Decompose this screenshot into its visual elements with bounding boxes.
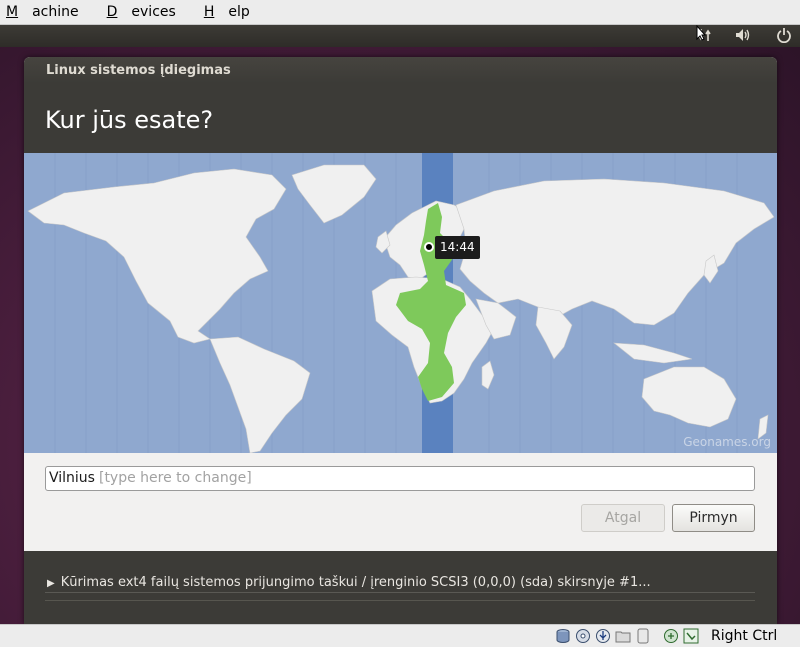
- host-statusbar: Right Ctrl: [0, 624, 800, 647]
- progress-divider-lower: [45, 600, 755, 601]
- progress-divider: [45, 592, 755, 593]
- guest-top-panel: [0, 25, 800, 47]
- mouse-pointer-icon: [696, 24, 707, 45]
- menu-help[interactable]: Help: [204, 4, 264, 20]
- usb-icon[interactable]: [595, 628, 611, 644]
- back-button[interactable]: Atgal: [581, 504, 665, 532]
- menu-machine[interactable]: Machine: [6, 4, 93, 20]
- volume-icon[interactable]: [734, 27, 752, 43]
- progress-section: ▶ Kūrimas ext4 failų sistemos prijungimo …: [24, 551, 777, 624]
- progress-label: Kūrimas ext4 failų sistemos prijungimo t…: [60, 575, 651, 590]
- continents: [27, 164, 775, 453]
- window-title: Linux sistemos įdiegimas: [24, 57, 777, 83]
- menu-devices[interactable]: Devices: [107, 4, 190, 20]
- location-placeholder: [type here to change]: [98, 470, 252, 486]
- shared-folder-icon[interactable]: [615, 628, 631, 644]
- hard-disk-icon[interactable]: [555, 628, 571, 644]
- map-credit: Geonames.org: [683, 435, 771, 449]
- display-icon[interactable]: [635, 628, 651, 644]
- host-menubar: Machine Devices Help: [0, 0, 800, 25]
- network-adapter-icon[interactable]: [663, 628, 679, 644]
- location-input[interactable]: Vilnius [type here to change]: [45, 466, 755, 491]
- location-form: Vilnius [type here to change] Atgal Pirmy…: [24, 453, 777, 551]
- page-title: Kur jūs esate?: [24, 83, 777, 153]
- guest-desktop: Linux sistemos įdiegimas Kur jūs esate?: [0, 25, 800, 624]
- selected-city-marker: [424, 242, 434, 252]
- host-key-arrow-icon: [683, 628, 699, 644]
- power-icon[interactable]: [776, 27, 792, 43]
- forward-button[interactable]: Pirmyn: [672, 504, 755, 532]
- time-tooltip: 14:44: [435, 236, 480, 259]
- optical-disk-icon[interactable]: [575, 628, 591, 644]
- expander-arrow-icon: ▶: [47, 578, 55, 589]
- world-map[interactable]: 14:44 Geonames.org: [24, 153, 777, 453]
- location-value: Vilnius: [49, 470, 95, 486]
- installer-window: Linux sistemos įdiegimas Kur jūs esate?: [24, 57, 777, 624]
- host-key-label: Right Ctrl: [711, 628, 778, 644]
- progress-expander[interactable]: ▶ Kūrimas ext4 failų sistemos prijungimo …: [47, 575, 651, 590]
